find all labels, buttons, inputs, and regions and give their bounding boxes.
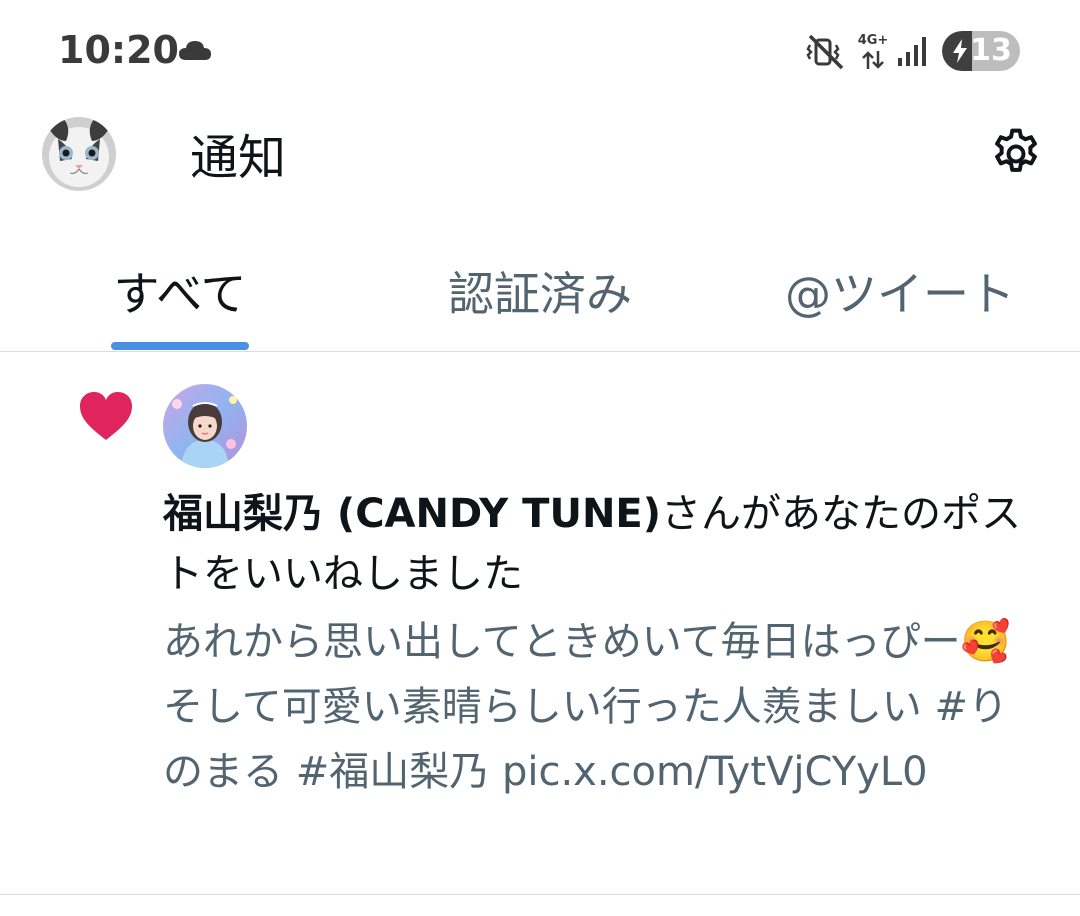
cloud-icon bbox=[179, 41, 211, 60]
data-arrows-icon: 4G+ bbox=[856, 34, 890, 70]
tab-label: すべて bbox=[113, 267, 247, 321]
notification-user-name[interactable]: 福山梨乃 (CANDY TUNE) bbox=[163, 491, 661, 537]
notification-post-preview[interactable]: あれから思い出してときめいて毎日はっぴー🥰そして可愛い素晴らしい行った人羨ましい… bbox=[163, 610, 1043, 805]
tab-label: 認証済み bbox=[448, 267, 632, 321]
tab-label: @ツイート bbox=[785, 267, 1015, 321]
battery-level-text: 13 bbox=[970, 33, 1012, 68]
vibrate-mute-icon bbox=[806, 34, 844, 70]
battery-charging-icon: 13 bbox=[942, 31, 1020, 71]
page-title: 通知 bbox=[190, 130, 287, 186]
settings-button[interactable] bbox=[984, 122, 1048, 186]
profile-avatar-button[interactable] bbox=[42, 117, 116, 191]
cat-avatar bbox=[42, 117, 116, 191]
tab-all[interactable]: すべて bbox=[60, 250, 300, 352]
user-avatar-image bbox=[163, 384, 247, 468]
notification-message: 福山梨乃 (CANDY TUNE)さんがあなたのポストをいいねしました bbox=[163, 484, 1043, 604]
tab-selected-indicator bbox=[111, 342, 249, 350]
divider bbox=[0, 351, 1080, 352]
status-time: 10:20 bbox=[58, 28, 179, 72]
signal-icon bbox=[898, 37, 926, 66]
notification-tabs: すべて 認証済み @ツイート bbox=[0, 250, 1080, 352]
gear-icon bbox=[995, 128, 1037, 172]
user-avatar[interactable] bbox=[163, 384, 247, 468]
tab-verified[interactable]: 認証済み bbox=[420, 250, 660, 352]
network-type-label: 4G+ bbox=[857, 33, 889, 48]
tab-mentions[interactable]: @ツイート bbox=[770, 250, 1030, 352]
heart-icon bbox=[80, 392, 132, 440]
status-bar: 10:20 4G+ 13 bbox=[0, 0, 1080, 100]
divider bbox=[0, 894, 1080, 895]
